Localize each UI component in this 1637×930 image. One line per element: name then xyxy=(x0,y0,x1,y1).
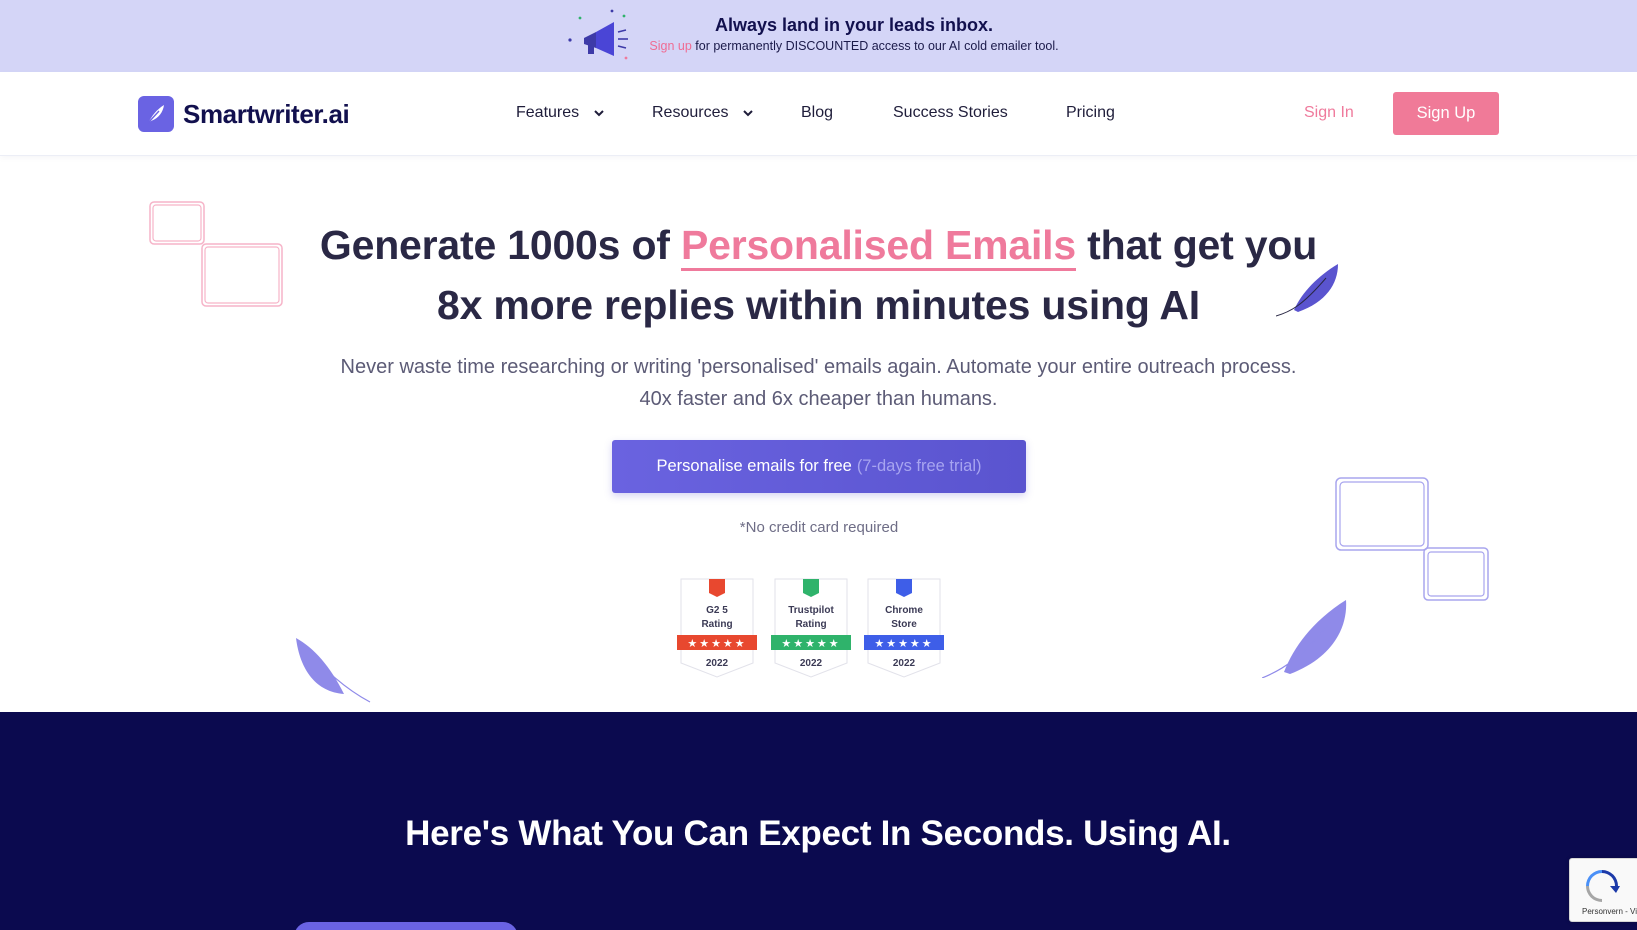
cta-button[interactable]: Personalise emails for free (7-days free … xyxy=(612,440,1026,493)
promo-signup-link[interactable]: Sign up xyxy=(649,39,691,53)
nav-blog[interactable]: Blog xyxy=(801,104,833,122)
hero-title: Generate 1000s of Personalised Emails th… xyxy=(300,215,1337,335)
badge-title: Trustpilot Rating xyxy=(771,604,851,632)
hero-title-part1: Generate 1000s of xyxy=(319,222,681,268)
decorative-squares-pink xyxy=(149,201,283,307)
feather-icon xyxy=(1262,600,1347,678)
promo-title: Always land in your leads inbox. xyxy=(714,15,994,35)
nav-features[interactable]: Features xyxy=(516,104,605,122)
section-title: Here's What You Can Expect In Seconds. U… xyxy=(405,814,1231,853)
trustpilot-rating-badge: Trustpilot Rating ★★★★★ 2022 xyxy=(771,577,851,679)
recaptcha-text: Personvern - Vilkår xyxy=(1582,907,1637,916)
nav-resources[interactable]: Resources xyxy=(652,104,754,122)
nav-success-stories[interactable]: Success Stories xyxy=(893,104,1008,122)
feather-logo-icon xyxy=(138,96,174,132)
chevron-down-icon xyxy=(743,110,754,117)
badge-year: 2022 xyxy=(892,658,916,669)
chevron-down-icon xyxy=(594,110,604,117)
nav-features-label: Features xyxy=(516,104,580,121)
promo-banner: Always land in your leads inbox. Sign up… xyxy=(0,0,1637,72)
star-rating-icon: ★★★★★ xyxy=(874,638,934,650)
logo[interactable]: Smartwriter.ai xyxy=(138,96,350,132)
badge-title: G2 5 Rating xyxy=(677,604,757,632)
no-credit-card-note: *No credit card required xyxy=(739,519,899,536)
badge-title: Chrome Store xyxy=(864,604,944,632)
badge-title-line1: Trustpilot xyxy=(788,605,834,616)
sign-up-button[interactable]: Sign Up xyxy=(1393,92,1499,135)
badge-title-line2: Store xyxy=(891,619,917,630)
badge-year: 2022 xyxy=(705,658,729,669)
badge-title-line2: Rating xyxy=(701,619,733,630)
badge-title-line1: G2 5 xyxy=(706,605,728,616)
cta-trial-note: (7-days free trial) xyxy=(856,457,982,475)
promo-subtitle: Sign up for permanently DISCOUNTED acces… xyxy=(580,39,1128,53)
decorative-squares-purple xyxy=(1335,477,1489,601)
hero-title-highlight: Personalised Emails xyxy=(680,222,1076,271)
nav-resources-label: Resources xyxy=(652,104,729,121)
sign-in-link[interactable]: Sign In xyxy=(1304,104,1354,122)
cta-label: Personalise emails for free xyxy=(656,457,852,475)
g2-rating-badge: G2 5 Rating ★★★★★ 2022 xyxy=(677,577,757,679)
feather-icon xyxy=(296,638,371,703)
star-rating-icon: ★★★★★ xyxy=(781,638,841,650)
site-header: Smartwriter.ai Features Resources Blog S… xyxy=(0,72,1637,156)
logo-text: Smartwriter.ai xyxy=(183,98,350,129)
recaptcha-widget[interactable]: Personvern - Vilkår xyxy=(1569,858,1637,922)
hero-subtitle: Never waste time researching or writing … xyxy=(340,356,1297,410)
badge-title-line2: Rating xyxy=(795,619,827,630)
nav-pricing[interactable]: Pricing xyxy=(1066,104,1115,122)
badge-year: 2022 xyxy=(799,658,823,669)
badge-title-line1: Chrome xyxy=(885,605,923,616)
star-rating-icon: ★★★★★ xyxy=(687,638,747,650)
chrome-store-badge: Chrome Store ★★★★★ 2022 xyxy=(864,577,944,679)
recaptcha-icon xyxy=(1586,870,1620,902)
section-tab-pill[interactable] xyxy=(294,922,518,930)
promo-subtitle-text: for permanently DISCOUNTED access to our… xyxy=(691,39,1059,53)
